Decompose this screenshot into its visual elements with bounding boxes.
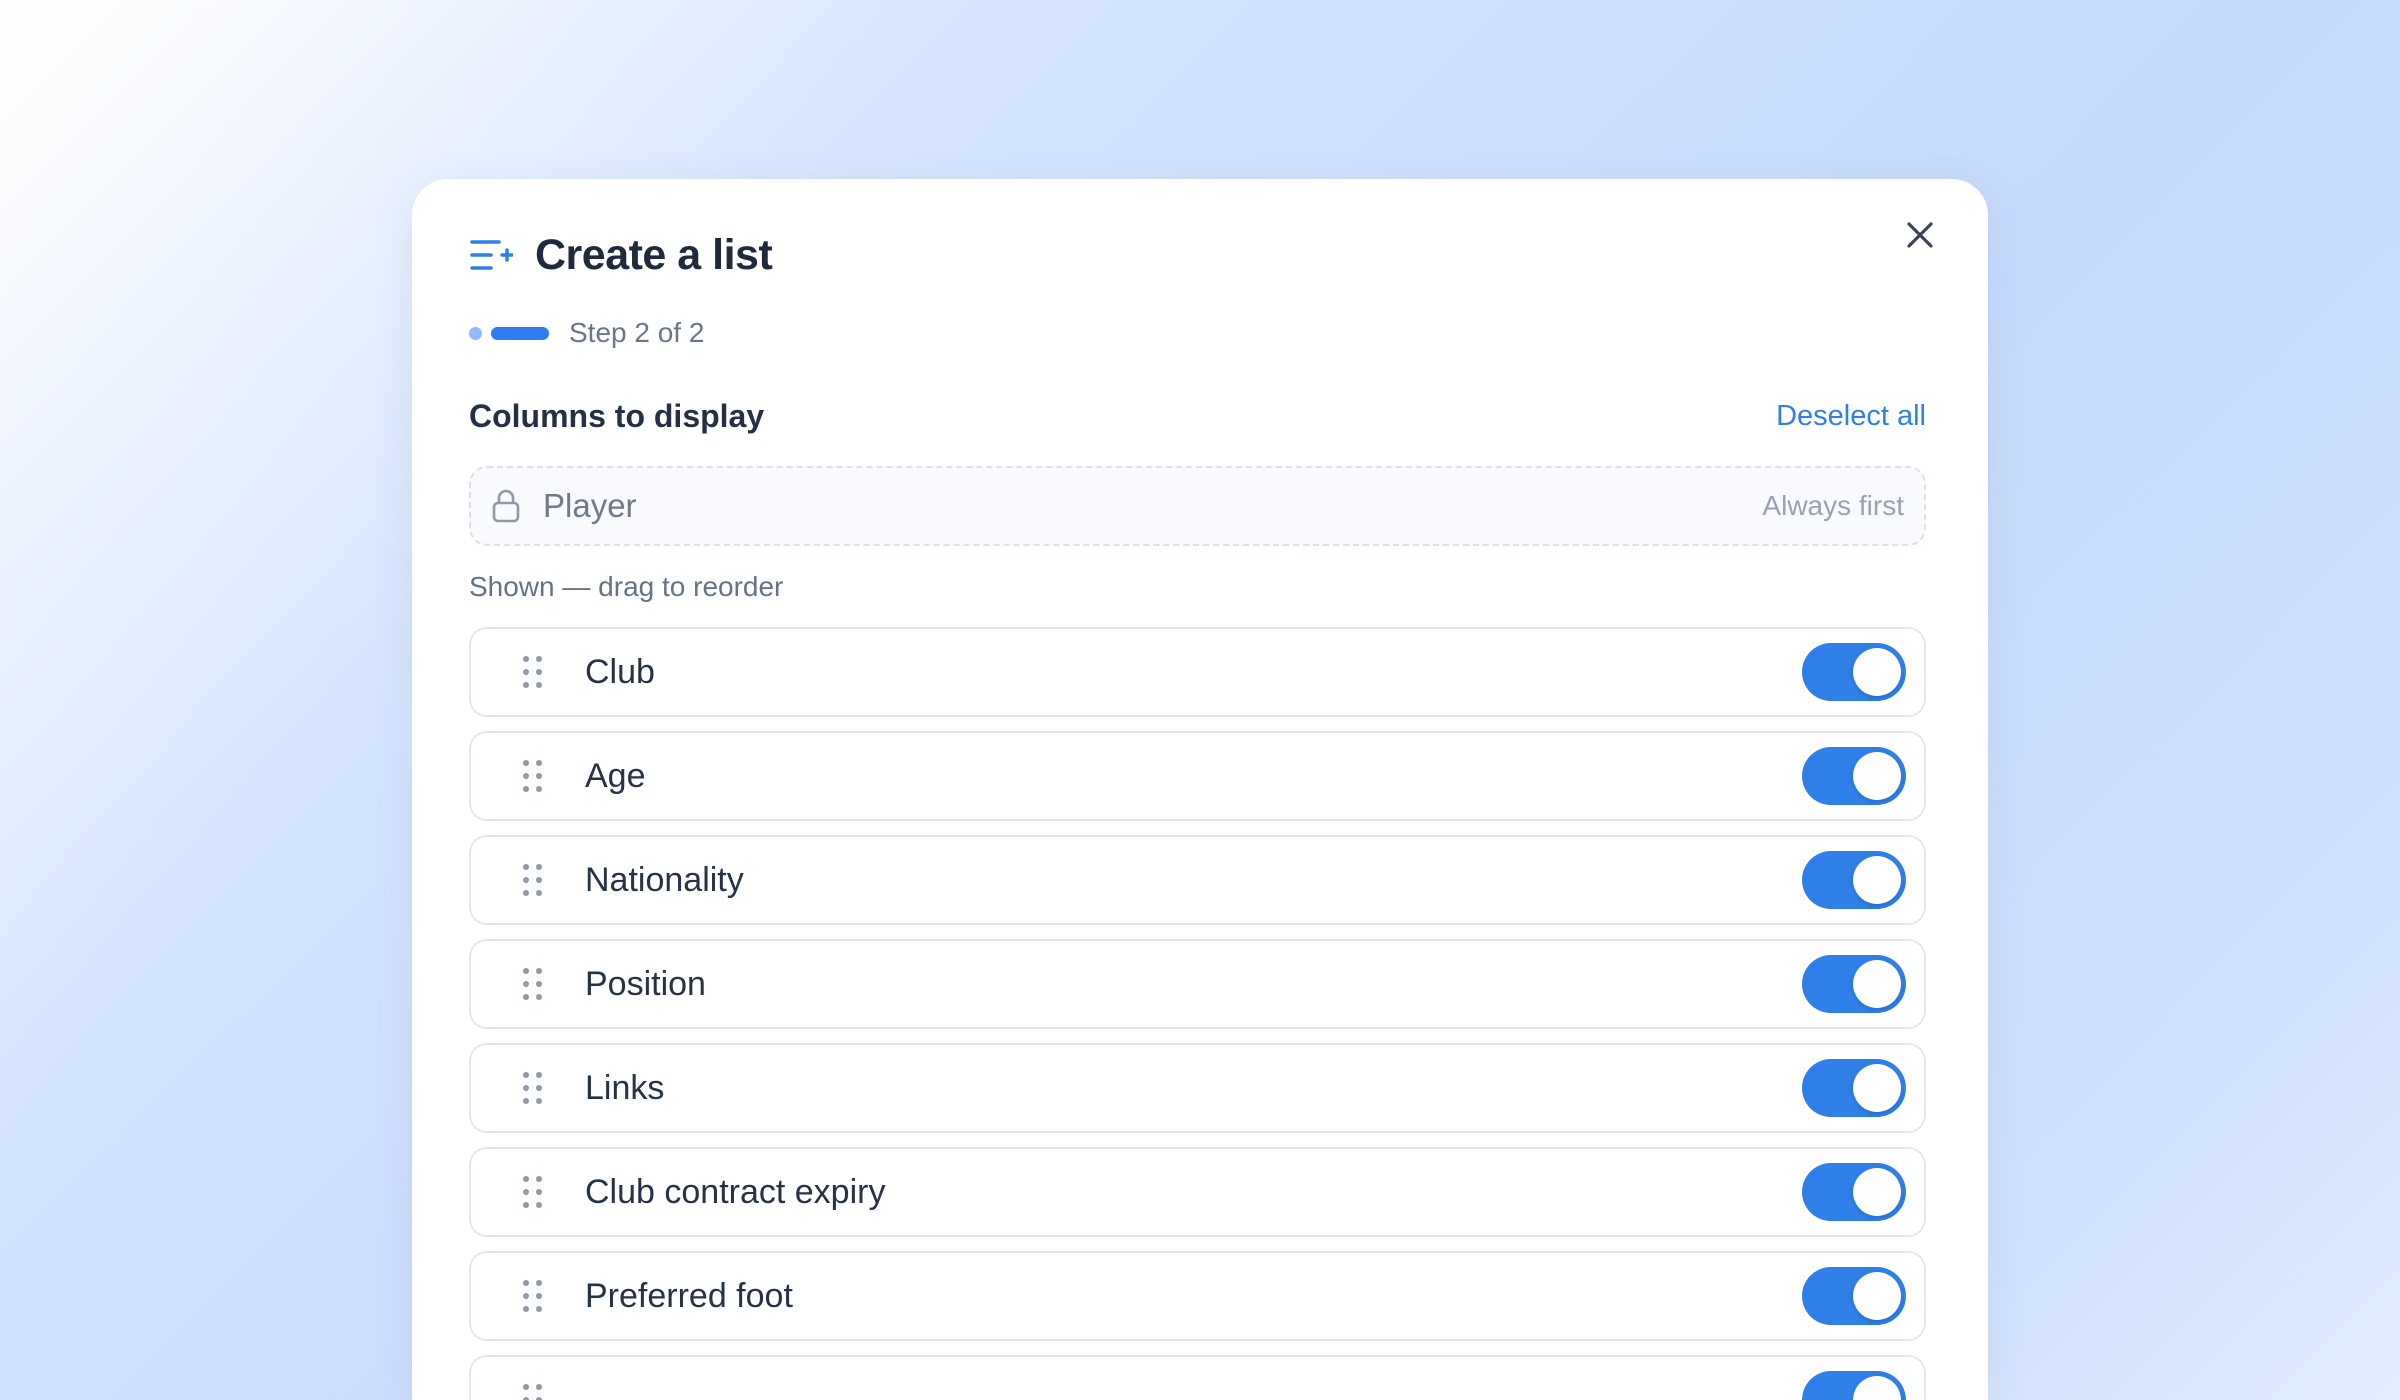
close-icon (1907, 222, 1933, 248)
column-toggle-cutoff[interactable] (1802, 1371, 1906, 1400)
column-row-age[interactable]: Age (469, 731, 1926, 821)
drag-handle-icon[interactable] (523, 656, 543, 688)
modal-title: Create a list (535, 230, 773, 279)
drag-handle-icon[interactable] (523, 1280, 543, 1312)
section-title: Columns to display (469, 397, 765, 434)
step-text: Step 2 of 2 (569, 317, 705, 348)
drag-handle-icon[interactable] (523, 968, 543, 1000)
list-add-icon (469, 235, 513, 275)
column-label: Nationality (585, 860, 744, 899)
column-toggle-nationality[interactable] (1802, 851, 1906, 909)
close-button[interactable] (1896, 211, 1944, 259)
step-indicator: Step 2 of 2 (469, 313, 704, 353)
drag-handle-icon[interactable] (523, 1176, 543, 1208)
drag-handle-icon[interactable] (523, 864, 543, 896)
drag-handle-icon[interactable] (523, 1384, 543, 1400)
column-toggle-club[interactable] (1802, 643, 1906, 701)
column-row-nationality[interactable]: Nationality (469, 835, 1926, 925)
column-list: Club Age Nationality Position Links Club… (469, 627, 1926, 1400)
column-label: Club (585, 652, 655, 691)
column-label: Position (585, 964, 706, 1003)
column-row-club[interactable]: Club (469, 627, 1926, 717)
column-row-preferred-foot[interactable]: Preferred foot (469, 1251, 1926, 1341)
deselect-all-link[interactable]: Deselect all (1776, 400, 1926, 433)
column-toggle-preferred-foot[interactable] (1802, 1267, 1906, 1325)
create-list-modal: Create a list Step 2 of 2 Columns to dis… (412, 179, 1988, 1400)
locked-column-note: Always first (1762, 490, 1904, 521)
column-row-cutoff[interactable] (469, 1355, 1926, 1400)
column-toggle-links[interactable] (1802, 1059, 1906, 1117)
column-row-position[interactable]: Position (469, 939, 1926, 1029)
modal-header: Create a list (469, 223, 773, 287)
column-label: Preferred foot (585, 1276, 793, 1315)
locked-column-label: Player (543, 487, 637, 524)
column-row-club-contract-expiry[interactable]: Club contract expiry (469, 1147, 1926, 1237)
column-row-links[interactable]: Links (469, 1043, 1926, 1133)
column-label: Links (585, 1068, 665, 1107)
locked-column-player: Player Always first (469, 466, 1926, 546)
columns-section-header: Columns to display Deselect all (469, 391, 1926, 441)
column-toggle-club-contract-expiry[interactable] (1802, 1163, 1906, 1221)
step-dot-completed (469, 326, 482, 340)
drag-handle-icon[interactable] (523, 1072, 543, 1104)
lock-icon (491, 489, 523, 523)
column-label: Age (585, 756, 646, 795)
column-toggle-position[interactable] (1802, 955, 1906, 1013)
column-label: Club contract expiry (585, 1172, 886, 1211)
column-toggle-age[interactable] (1802, 747, 1906, 805)
shown-columns-label: Shown — drag to reorder (469, 571, 784, 602)
drag-handle-icon[interactable] (523, 760, 543, 792)
step-bar-current (491, 326, 549, 340)
